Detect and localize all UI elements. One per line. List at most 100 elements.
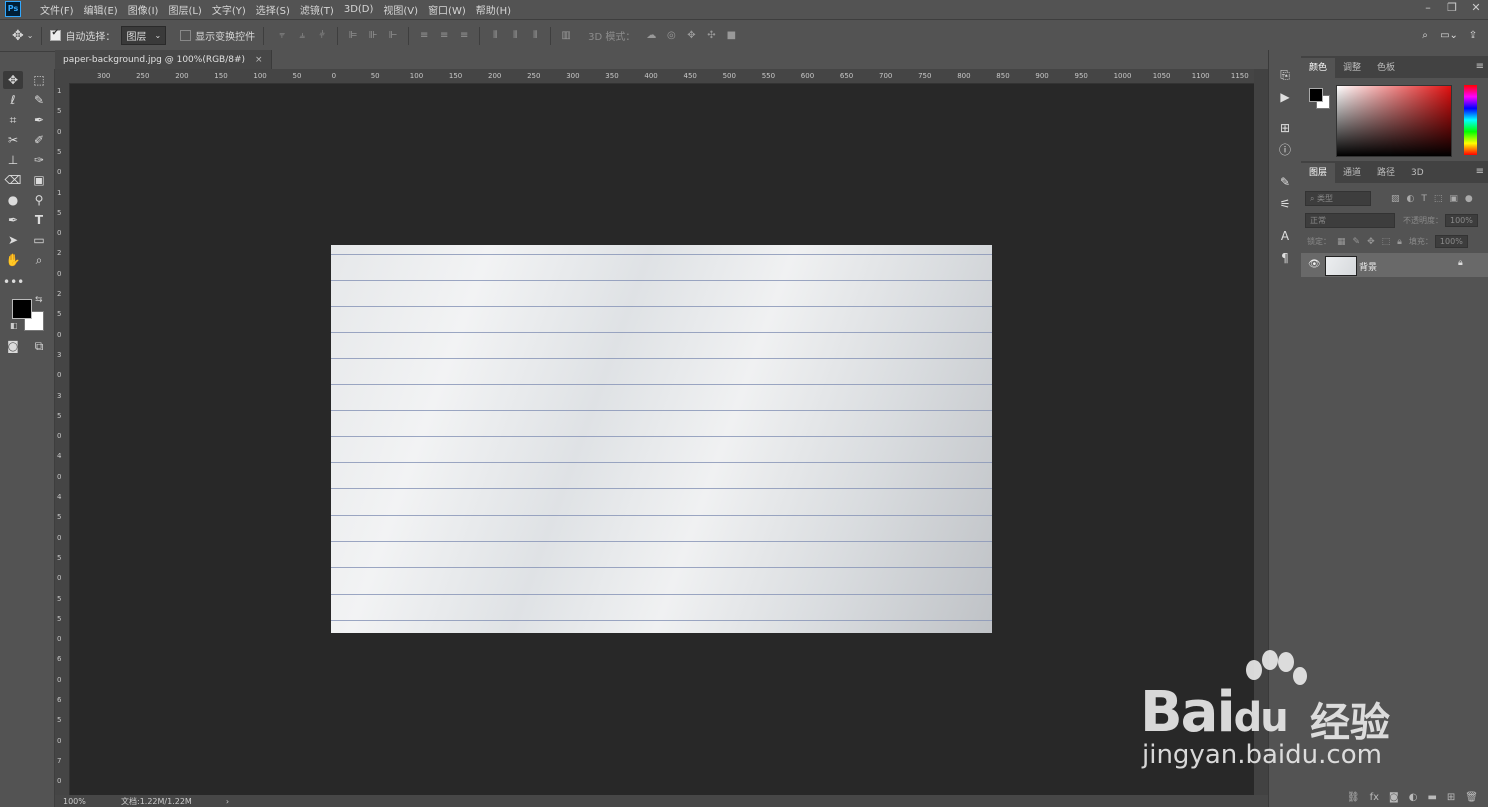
menu-view[interactable]: 视图(V) — [378, 2, 423, 17]
quick-select-tool-icon[interactable]: ✎ — [29, 91, 49, 109]
fill-input[interactable]: 100% — [1434, 235, 1468, 248]
horizontal-ruler[interactable]: 300 250 200 150 100 50 0 50 100 150 200 250 300 350 40… — [55, 69, 1254, 84]
tab-channels[interactable]: 通道 — [1335, 163, 1369, 183]
distribute-bottom-icon[interactable]: ≡ — [457, 30, 471, 42]
eyedropper-tool-icon[interactable]: ✒ — [29, 111, 49, 129]
lock-artboard-icon[interactable]: ⬚ — [1382, 237, 1391, 247]
auto-align-icon[interactable]: ▥ — [559, 30, 573, 42]
workspace-icon[interactable]: ▭⌄ — [1438, 30, 1460, 42]
menu-layer[interactable]: 图层(L) — [163, 2, 206, 17]
menu-edit[interactable]: 编辑(E) — [79, 2, 123, 17]
new-layer-icon[interactable]: ⊞ — [1447, 792, 1455, 803]
zoom-tool-icon[interactable]: ⌕ — [29, 251, 49, 269]
align-bottom-icon[interactable]: ⫩ — [315, 30, 329, 42]
menu-filter[interactable]: 滤镜(T) — [295, 2, 339, 17]
link-layers-icon[interactable]: ⛓ — [1347, 792, 1360, 803]
filter-shape-icon[interactable]: ⬚ — [1434, 194, 1443, 204]
distribute-top-icon[interactable]: ≡ — [417, 30, 431, 42]
auto-select-dropdown[interactable]: 图层 ⌄ — [121, 26, 167, 45]
eraser-tool-icon[interactable]: ⌫ — [3, 171, 23, 189]
shape-tool-icon[interactable]: ▭ — [29, 231, 49, 249]
layer-filter-dropdown[interactable]: ⌕ 类型 — [1305, 191, 1371, 206]
info-icon[interactable]: ⓘ — [1277, 142, 1293, 158]
panel-menu-icon[interactable]: ≡ — [1476, 61, 1484, 72]
distribute-hcenter-icon[interactable]: ⦀ — [508, 30, 522, 42]
path-select-tool-icon[interactable]: ➤ — [3, 231, 23, 249]
share-icon[interactable]: ⇪ — [1466, 30, 1480, 42]
opacity-input[interactable]: 100% — [1445, 214, 1478, 227]
align-hcenter-icon[interactable]: ⊪ — [366, 30, 380, 42]
add-mask-icon[interactable]: ◙ — [1389, 792, 1399, 803]
auto-select-checkbox[interactable]: 自动选择： — [50, 28, 115, 43]
blend-mode-dropdown[interactable]: 正常 — [1305, 213, 1395, 228]
zoom-level[interactable]: 100% — [63, 797, 121, 806]
more-tools-icon[interactable]: ••• — [3, 273, 24, 291]
tab-color[interactable]: 颜色 — [1301, 58, 1336, 78]
layer-style-icon[interactable]: fx — [1370, 792, 1379, 803]
brush-tool-icon[interactable]: ✐ — [29, 131, 49, 149]
new-group-icon[interactable]: ▬ — [1427, 792, 1436, 803]
video-3d-icon[interactable]: ■ — [724, 30, 738, 42]
align-right-icon[interactable]: ⊩ — [386, 30, 400, 42]
minimize-button[interactable]: – — [1416, 0, 1440, 18]
align-vcenter-icon[interactable]: ⫨ — [295, 30, 309, 42]
status-menu-arrow-icon[interactable]: › — [226, 797, 229, 806]
align-left-icon[interactable]: ⊫ — [346, 30, 360, 42]
foreground-color-swatch[interactable] — [12, 299, 32, 319]
tab-paths[interactable]: 路径 — [1369, 163, 1403, 183]
align-top-icon[interactable]: ⫧ — [275, 30, 289, 42]
actions-play-icon[interactable]: ▶ — [1277, 89, 1293, 105]
slide-3d-icon[interactable]: ✣ — [704, 30, 718, 42]
menu-select[interactable]: 选择(S) — [251, 2, 295, 17]
pen-tool-icon[interactable]: ✒ — [3, 211, 23, 229]
vertical-ruler[interactable]: 1 5 0 5 0 1 5 0 2 0 2 5 0 3 0 3 5 0 4 0 4 5 0 5 0 5 5 0 6 0 6 5 0 7 0 — [55, 83, 70, 795]
menu-help[interactable]: 帮助(H) — [471, 2, 516, 17]
blur-tool-icon[interactable]: ● — [3, 191, 23, 209]
brushes-icon[interactable]: ✎ — [1277, 174, 1293, 190]
color-field-picker[interactable] — [1336, 85, 1452, 157]
distribute-vcenter-icon[interactable]: ≡ — [437, 30, 451, 42]
lasso-tool-icon[interactable]: ℓ — [3, 91, 23, 109]
hue-slider[interactable] — [1464, 85, 1477, 155]
show-transform-checkbox[interactable]: 显示变换控件 — [180, 28, 255, 43]
crop-tool-icon[interactable]: ⌗ — [3, 111, 23, 129]
lock-all-icon[interactable]: 🔒︎ — [1397, 237, 1402, 247]
lock-position-icon[interactable]: ✥ — [1367, 237, 1375, 247]
visibility-eye-icon[interactable]: 👁︎ — [1308, 259, 1321, 270]
orbit-3d-icon[interactable]: ☁ — [644, 30, 658, 42]
move-tool-preset-icon[interactable]: ✥ ⌄ — [12, 28, 33, 44]
move-tool-icon[interactable]: ✥ — [3, 71, 23, 89]
layer-name[interactable]: 背景 — [1359, 260, 1377, 273]
dodge-tool-icon[interactable]: ⚲ — [29, 191, 49, 209]
filter-pixel-icon[interactable]: ▨ — [1391, 194, 1400, 204]
document-image[interactable] — [331, 245, 992, 633]
filter-adjust-icon[interactable]: ◐ — [1407, 194, 1415, 204]
tab-adjustments[interactable]: 调整 — [1335, 58, 1369, 78]
color-foreground-swatch[interactable] — [1309, 88, 1323, 102]
close-tab-icon[interactable]: × — [255, 55, 263, 65]
swap-colors-icon[interactable]: ⇆ — [35, 295, 43, 305]
hand-tool-icon[interactable]: ✋ — [3, 251, 23, 269]
layer-row[interactable]: 👁︎ 背景 🔒︎ — [1301, 253, 1488, 277]
lock-pixels-icon[interactable]: ✎ — [1353, 237, 1361, 247]
tab-layers[interactable]: 图层 — [1301, 163, 1336, 183]
menu-type[interactable]: 文字(Y) — [207, 2, 251, 17]
default-colors-icon[interactable]: ◧ — [10, 321, 18, 330]
filter-toggle-icon[interactable]: ● — [1465, 194, 1473, 204]
menu-image[interactable]: 图像(I) — [123, 2, 164, 17]
brush-settings-icon[interactable]: ⚟ — [1277, 196, 1293, 212]
menu-3d[interactable]: 3D(D) — [339, 4, 379, 15]
healing-tool-icon[interactable]: ✂ — [3, 131, 23, 149]
character-icon[interactable]: A — [1277, 228, 1293, 244]
adjustment-layer-icon[interactable]: ◐ — [1409, 792, 1418, 803]
document-tab[interactable]: paper-background.jpg @ 100%(RGB/8#) × — [55, 50, 272, 69]
panel-menu-icon[interactable]: ≡ — [1476, 166, 1484, 177]
filter-smart-icon[interactable]: ▣ — [1449, 194, 1458, 204]
roll-3d-icon[interactable]: ◎ — [664, 30, 678, 42]
menu-window[interactable]: 窗口(W) — [423, 2, 471, 17]
screen-mode-icon[interactable]: ⧉ — [29, 337, 49, 355]
lock-transparent-icon[interactable]: ▦ — [1337, 237, 1346, 247]
distribute-left-icon[interactable]: ⦀ — [488, 30, 502, 42]
search-icon[interactable]: ⌕ — [1418, 30, 1432, 42]
marquee-tool-icon[interactable]: ⬚ — [29, 71, 49, 89]
